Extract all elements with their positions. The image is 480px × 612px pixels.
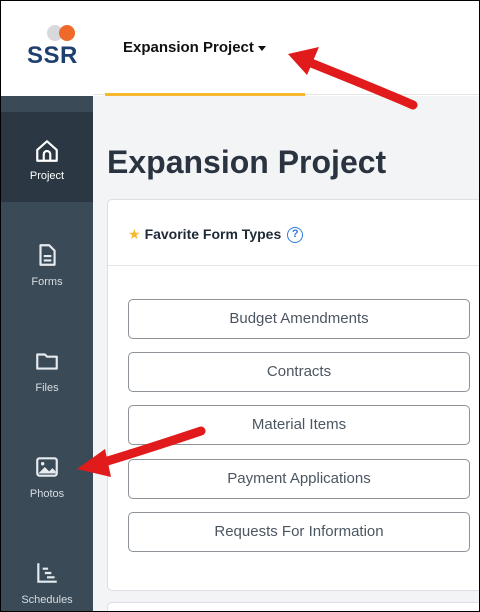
logo-text: SSR bbox=[27, 42, 78, 69]
logo-mark bbox=[47, 25, 77, 41]
sidebar-item-project[interactable]: Project bbox=[1, 112, 93, 202]
form-type-button-payment-applications[interactable]: Payment Applications bbox=[128, 459, 470, 499]
sidebar-item-photos[interactable]: Photos bbox=[9, 436, 85, 526]
logo[interactable]: SSR bbox=[1, 1, 93, 95]
sidebar-item-schedules[interactable]: Schedules bbox=[9, 542, 85, 611]
schedule-icon bbox=[37, 563, 57, 583]
app-window: SSR Expansion Project Project Forms File… bbox=[0, 0, 480, 612]
sidebar-item-label: Forms bbox=[31, 276, 63, 288]
main-content: Expansion Project ★ Favorite Form Types? … bbox=[93, 96, 479, 611]
card-header: ★ Favorite Form Types? bbox=[108, 200, 479, 266]
sidebar-item-files[interactable]: Files bbox=[9, 330, 85, 420]
star-icon: ★ bbox=[128, 226, 141, 242]
sidebar-item-forms[interactable]: Forms bbox=[9, 224, 85, 314]
sidebar-item-label: Project bbox=[29, 170, 65, 182]
project-selector-label: Expansion Project bbox=[123, 39, 254, 56]
document-icon bbox=[39, 244, 56, 266]
sidebar-item-label: Photos bbox=[29, 488, 65, 500]
home-icon bbox=[36, 140, 58, 162]
form-type-button-contracts[interactable]: Contracts bbox=[128, 352, 470, 392]
next-card bbox=[107, 602, 479, 611]
card-title: Favorite Form Types bbox=[144, 226, 282, 242]
help-icon[interactable]: ? bbox=[287, 227, 304, 244]
sidebar-item-label: Files bbox=[35, 382, 59, 394]
project-selector[interactable]: Expansion Project bbox=[105, 1, 305, 96]
caret-down-icon bbox=[257, 45, 266, 51]
folder-icon bbox=[36, 353, 58, 370]
page-title: Expansion Project bbox=[107, 144, 387, 180]
top-bar: SSR Expansion Project bbox=[1, 1, 479, 96]
form-type-button-budget-amendments[interactable]: Budget Amendments bbox=[128, 299, 470, 339]
sidebar-item-label: Schedules bbox=[21, 594, 73, 606]
sidebar: Project Forms Files Photos Schedules bbox=[1, 96, 93, 611]
form-type-button-requests-for-information[interactable]: Requests For Information bbox=[128, 512, 470, 552]
image-icon bbox=[36, 457, 58, 477]
favorite-form-types-card: ★ Favorite Form Types? Budget Amendments … bbox=[107, 199, 479, 591]
form-type-button-material-items[interactable]: Material Items bbox=[128, 405, 470, 445]
